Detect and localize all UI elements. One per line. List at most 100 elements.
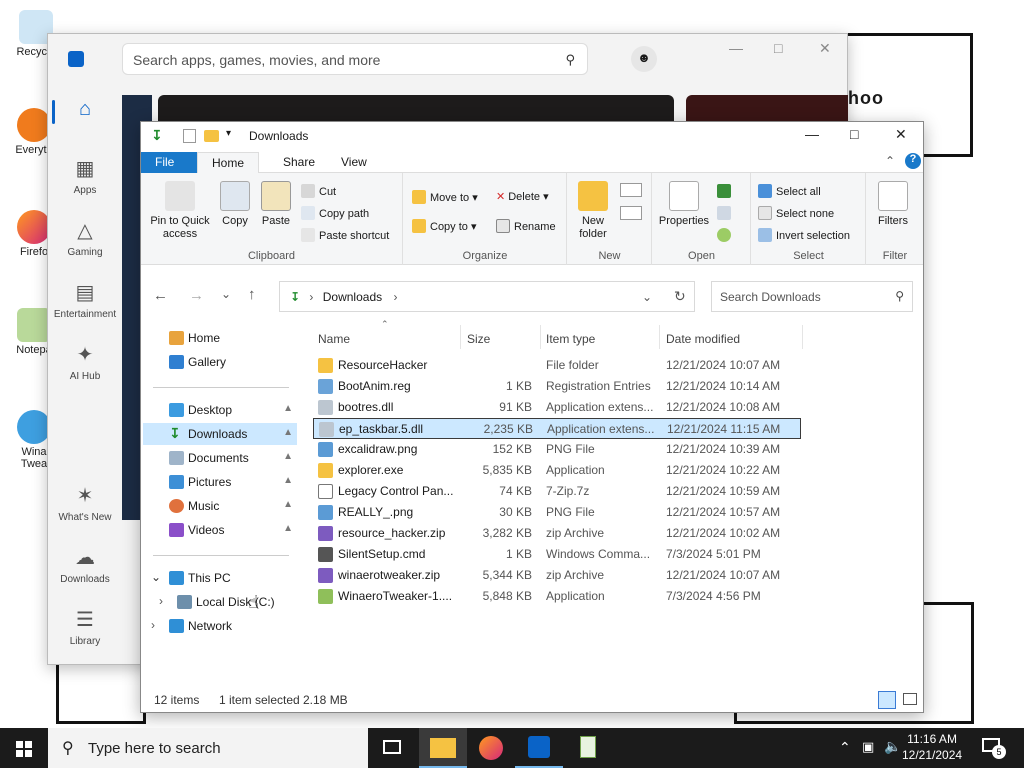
address-bar[interactable]: ↧ › Downloads › ⌄ ↻ [279, 281, 695, 312]
store-nav-gaming[interactable]: △ Gaming [48, 218, 122, 258]
taskbar-search-input[interactable]: ⚲ Type here to search [48, 728, 368, 768]
address-path[interactable]: Downloads [323, 290, 382, 304]
store-nav-downloads[interactable]: ☁ Downloads [48, 545, 122, 585]
store-maximize-button[interactable]: □ [774, 40, 782, 56]
nav-downloads[interactable]: ↧ Downloads ▲ [143, 423, 297, 445]
address-dropdown-icon[interactable]: ⌄ [642, 290, 652, 304]
nav-home[interactable]: Home [143, 327, 297, 349]
task-view-button[interactable] [368, 728, 416, 768]
nav-gallery[interactable]: Gallery [143, 351, 297, 373]
nav-local-disk[interactable]: › Local Disk (C:) [143, 591, 297, 613]
pin-quick-access-button[interactable]: Pin to Quick access [147, 181, 213, 241]
new-item-icon[interactable] [620, 183, 642, 197]
expand-chevron-down-icon[interactable]: ⌄ [151, 570, 161, 584]
nav-this-pc[interactable]: ⌄ This PC [143, 567, 297, 589]
file-row[interactable]: excalidraw.png 152 KB PNG File 12/21/2024 1… [313, 439, 801, 460]
taskbar-store[interactable] [515, 728, 563, 768]
copy-to-button[interactable]: Copy to ▾ [412, 219, 477, 233]
store-close-button[interactable]: ✕ [819, 40, 831, 57]
taskbar-notepad[interactable] [564, 728, 612, 768]
refresh-icon[interactable]: ↻ [674, 288, 686, 305]
properties-button[interactable]: Properties [655, 181, 713, 228]
copy-button[interactable]: Copy [217, 181, 253, 228]
tab-view[interactable]: View [327, 152, 381, 173]
forward-icon[interactable]: → [189, 287, 204, 304]
file-row[interactable]: ep_taskbar.5.dll 2,235 KB Application exte… [313, 418, 801, 439]
up-icon[interactable]: ↑ [248, 286, 256, 303]
details-view-icon[interactable] [878, 691, 896, 709]
nav-documents[interactable]: Documents ▲ [143, 447, 297, 469]
edit-icon[interactable] [717, 206, 731, 220]
expand-chevron-right-icon[interactable]: › [159, 594, 163, 608]
column-divider[interactable] [460, 325, 461, 349]
file-row[interactable]: bootres.dll 91 KB Application extens... 12/… [313, 397, 801, 418]
new-folder-button[interactable]: New folder [572, 181, 614, 241]
store-search-input[interactable]: Search apps, games, movies, and more ⚲ [122, 43, 588, 75]
tab-home[interactable]: Home [197, 152, 260, 173]
explorer-titlebar[interactable]: ↧ ▾ Downloads — □ ✕ [141, 122, 923, 150]
column-name[interactable]: Name [318, 332, 350, 346]
network-icon[interactable]: ▣ [862, 739, 874, 755]
select-none-button[interactable]: Select none [758, 206, 834, 220]
file-row[interactable]: Legacy Control Pan... 74 KB 7-Zip.7z 12/21/… [313, 481, 801, 502]
pin-icon[interactable]: ▲ [283, 499, 293, 510]
file-row[interactable]: ResourceHacker File folder 12/21/2024 10:0… [313, 355, 801, 376]
column-divider[interactable] [659, 325, 660, 349]
taskbar-clock[interactable]: 11:16 AM 12/21/2024 [902, 731, 962, 763]
store-minimize-button[interactable]: — [729, 40, 743, 56]
start-button[interactable] [0, 728, 48, 768]
paste-shortcut-button[interactable]: Paste shortcut [301, 228, 389, 242]
store-nav-whats-new[interactable]: ✶ What's New [48, 483, 122, 523]
rename-button[interactable]: Rename [496, 219, 556, 233]
store-nav-entertainment[interactable]: ▤ Entertainment [48, 280, 122, 320]
select-all-button[interactable]: Select all [758, 184, 821, 198]
taskbar-file-explorer[interactable] [419, 728, 467, 768]
nav-desktop[interactable]: Desktop ▲ [143, 399, 297, 421]
column-type[interactable]: Item type [546, 332, 595, 346]
file-explorer-window[interactable]: ↧ ▾ Downloads — □ ✕ File Home Share View… [140, 121, 924, 713]
move-to-button[interactable]: Move to ▾ [412, 190, 478, 204]
explorer-close-button[interactable]: ✕ [895, 126, 907, 143]
taskbar-firefox[interactable] [467, 728, 515, 768]
paste-button[interactable]: Paste [257, 181, 295, 228]
large-icons-view-icon[interactable] [903, 693, 917, 705]
show-hidden-icons-icon[interactable]: ⌃ [839, 739, 851, 756]
file-row[interactable]: BootAnim.reg 1 KB Registration Entries 12/2… [313, 376, 801, 397]
expand-chevron-right-icon[interactable]: › [151, 618, 155, 632]
store-nav-apps[interactable]: ▦ Apps [48, 156, 122, 196]
nav-pictures[interactable]: Pictures ▲ [143, 471, 297, 493]
file-row[interactable]: explorer.exe 5,835 KB Application 12/21/202… [313, 460, 801, 481]
file-row[interactable]: resource_hacker.zip 3,282 KB zip Archive 12… [313, 523, 801, 544]
cut-button[interactable]: Cut [301, 184, 336, 198]
pin-icon[interactable]: ▲ [283, 403, 293, 414]
search-input[interactable]: Search Downloads ⚲ [711, 281, 913, 312]
explorer-minimize-button[interactable]: — [805, 126, 819, 142]
column-divider[interactable] [802, 325, 803, 349]
properties-quick-icon[interactable] [183, 129, 196, 143]
copy-path-button[interactable]: Copy path [301, 206, 369, 220]
tab-file[interactable]: File [141, 152, 197, 173]
column-size[interactable]: Size [467, 332, 490, 346]
nav-network[interactable]: › Network [143, 615, 297, 637]
back-icon[interactable]: ← [153, 287, 168, 304]
column-date[interactable]: Date modified [666, 332, 740, 346]
open-icon[interactable] [717, 184, 731, 198]
folder-quick-icon[interactable] [204, 130, 219, 142]
nav-videos[interactable]: Videos ▲ [143, 519, 297, 541]
search-icon[interactable]: ⚲ [565, 52, 575, 68]
help-icon[interactable]: ? [905, 153, 921, 169]
file-row[interactable]: SilentSetup.cmd 1 KB Windows Comma... 7/3/2… [313, 544, 801, 565]
explorer-maximize-button[interactable]: □ [850, 126, 858, 142]
collapse-ribbon-icon[interactable]: ⌃ [885, 154, 895, 168]
volume-icon[interactable]: 🔈 [884, 738, 901, 755]
store-nav-library[interactable]: ☰ Library [48, 607, 122, 647]
store-nav-ai-hub[interactable]: ✦ AI Hub [48, 342, 122, 382]
file-row[interactable]: WinaeroTweaker-1.... 5,848 KB Application 7… [313, 586, 801, 607]
account-icon[interactable]: ☻ [631, 46, 657, 72]
tab-share[interactable]: Share [269, 152, 329, 173]
notification-center-button[interactable]: 5 [980, 736, 1010, 760]
filters-button[interactable]: Filters [871, 181, 915, 228]
nav-music[interactable]: Music ▲ [143, 495, 297, 517]
pin-icon[interactable]: ▲ [283, 427, 293, 438]
file-row[interactable]: REALLY_.png 30 KB PNG File 12/21/2024 10:57… [313, 502, 801, 523]
